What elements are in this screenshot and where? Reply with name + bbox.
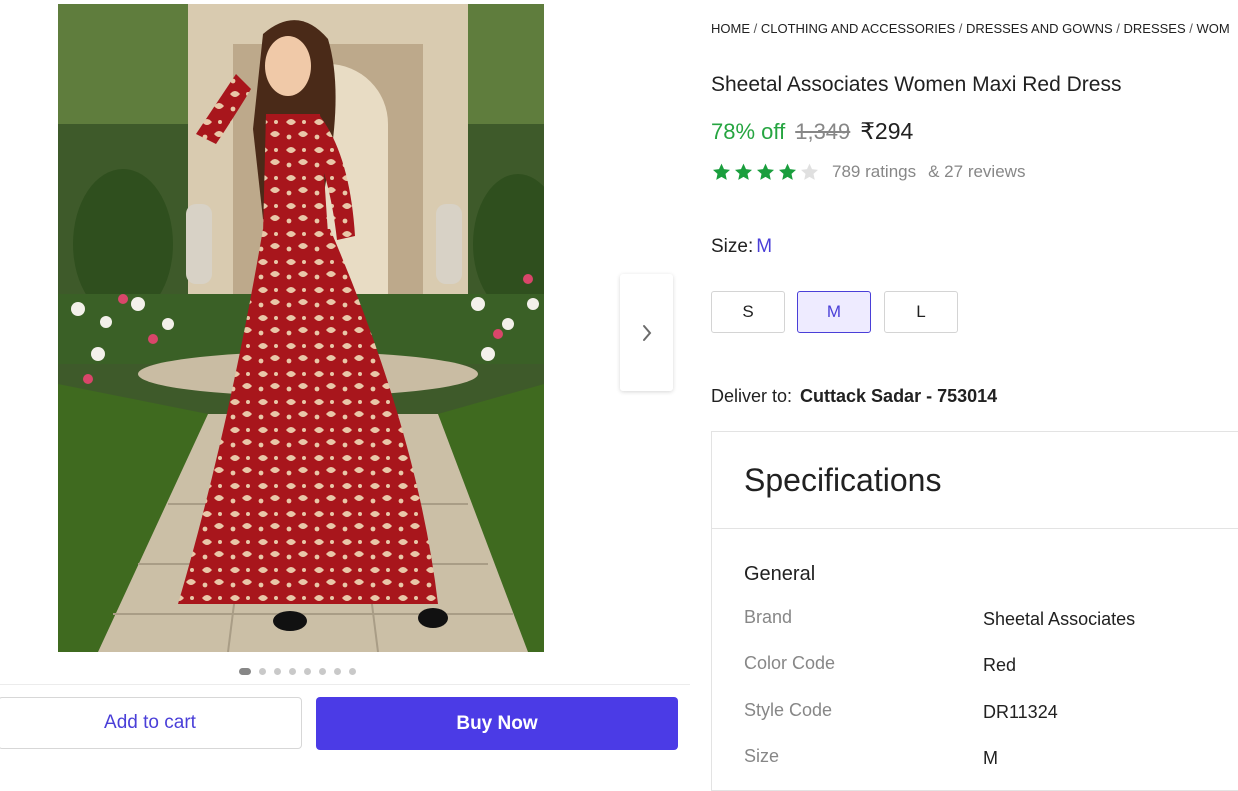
carousel-dot[interactable] xyxy=(334,668,341,675)
star-filled-icon xyxy=(735,163,752,180)
discount-percent: 78% off xyxy=(711,119,786,144)
size-option-s[interactable]: S xyxy=(711,291,785,333)
breadcrumb-clothing[interactable]: CLOTHING AND ACCESSORIES xyxy=(761,21,955,36)
breadcrumb-home[interactable]: HOME xyxy=(711,21,750,36)
carousel-dot-active[interactable] xyxy=(239,668,251,675)
delivery-location[interactable]: Deliver to: Cuttack Sadar - 753014 xyxy=(711,386,997,407)
carousel-dot[interactable] xyxy=(259,668,266,675)
delivery-pincode[interactable]: Cuttack Sadar - 753014 xyxy=(800,386,997,406)
star-empty-icon xyxy=(801,163,818,180)
action-bar: Add to cart Buy Now xyxy=(0,684,690,769)
breadcrumb-women[interactable]: WOM xyxy=(1196,21,1229,36)
spec-group-general: General xyxy=(744,563,816,585)
original-price: 1,349 xyxy=(795,119,851,144)
spec-value: DR11324 xyxy=(983,702,1058,722)
spec-value: Sheetal Associates xyxy=(983,609,1136,629)
ratings-count[interactable]: 789 ratings xyxy=(832,162,916,182)
carousel-next-button[interactable] xyxy=(620,274,673,391)
rating-stars xyxy=(711,162,820,182)
carousel-dot[interactable] xyxy=(304,668,311,675)
carousel-dot[interactable] xyxy=(274,668,281,675)
spec-key: Size xyxy=(744,746,780,766)
breadcrumb-dresses-gowns[interactable]: DRESSES AND GOWNS xyxy=(966,21,1113,36)
product-photo xyxy=(58,4,544,652)
breadcrumb: HOME / CLOTHING AND ACCESSORIES / DRESSE… xyxy=(711,21,1230,36)
specifications-panel: Specifications General Brand Sheetal Ass… xyxy=(711,431,1238,791)
carousel-dots xyxy=(239,668,356,675)
star-filled-icon xyxy=(779,163,796,180)
selling-price: ₹294 xyxy=(860,118,914,144)
spec-key: Brand xyxy=(744,607,793,627)
divider xyxy=(712,528,1238,529)
spec-value: Red xyxy=(983,655,1017,675)
carousel-dot[interactable] xyxy=(349,668,356,675)
carousel-dot[interactable] xyxy=(319,668,326,675)
deliver-label: Deliver to: xyxy=(711,386,793,406)
specifications-title: Specifications xyxy=(744,462,942,498)
size-option-l[interactable]: L xyxy=(884,291,958,333)
size-label-text: Size: xyxy=(711,236,754,257)
price-row: 78% off 1,349 ₹294 xyxy=(711,118,913,145)
breadcrumb-dresses[interactable]: DRESSES xyxy=(1124,21,1186,36)
product-title: Sheetal Associates Women Maxi Red Dress xyxy=(711,73,1122,96)
spec-key: Style Code xyxy=(744,700,833,720)
star-filled-icon xyxy=(757,163,774,180)
buy-now-button[interactable]: Buy Now xyxy=(316,697,678,750)
add-to-cart-button[interactable]: Add to cart xyxy=(0,697,302,749)
reviews-count[interactable]: & 27 reviews xyxy=(928,162,1025,182)
size-label: Size: M xyxy=(711,236,772,258)
spec-key: Color Code xyxy=(744,653,836,673)
selected-size: M xyxy=(756,236,773,257)
carousel-dot[interactable] xyxy=(289,668,296,675)
star-filled-icon xyxy=(713,163,730,180)
spec-value: M xyxy=(983,748,998,768)
product-image[interactable] xyxy=(58,4,544,652)
chevron-right-icon xyxy=(642,324,651,341)
rating-row: 789 ratings & 27 reviews xyxy=(711,162,1025,182)
size-option-m[interactable]: M xyxy=(797,291,871,333)
